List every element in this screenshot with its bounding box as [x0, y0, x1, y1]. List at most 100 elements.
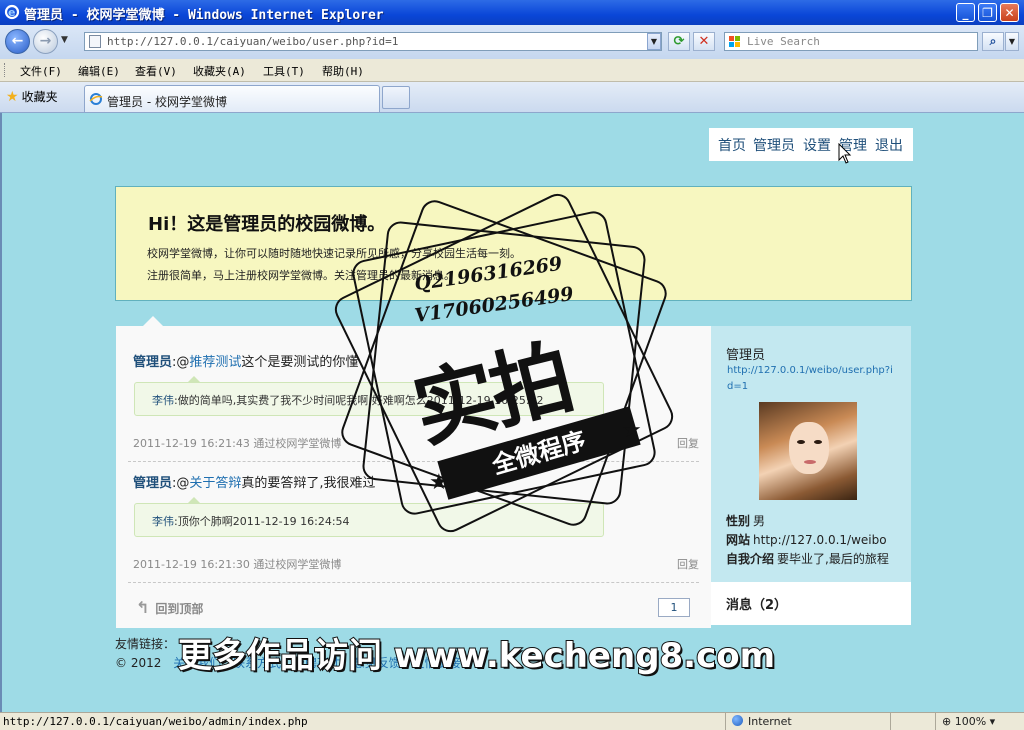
reply-box: 李伟:做的简单吗,其实费了我不少时间呢我啊,好难啊怎么2011-12-19 16…: [134, 376, 604, 416]
tab-bar: ★ 收藏夹 管理员 - 校网学堂微博: [0, 82, 1024, 113]
post-author[interactable]: 管理员: [133, 476, 172, 491]
reply-author[interactable]: 李伟: [152, 515, 174, 528]
chevron-down-icon: ▼: [1008, 37, 1016, 46]
new-tab-button[interactable]: [382, 86, 410, 109]
windows-flag-icon: [729, 36, 740, 47]
banner-register-note: 注册很简单，马上注册校网学堂微博。关注管理员的最新消息。: [147, 269, 455, 282]
post-divider: [128, 582, 699, 583]
window-title: 管理员 - 校网学堂微博 - Windows Internet Explorer: [24, 8, 384, 23]
website-value: http://127.0.0.1/weibo: [753, 533, 887, 547]
messages-panel[interactable]: 消息（2）: [711, 582, 911, 625]
feed-pointer: [143, 316, 163, 326]
ie-logo-icon: e: [4, 4, 20, 20]
close-button[interactable]: ✕: [1000, 3, 1019, 22]
ie-page-icon: [89, 93, 103, 105]
friend-links: 友情链接：: [115, 637, 176, 651]
bio-value: 要毕业了,最后的旅程: [777, 552, 889, 566]
profile-gender: 性别男: [726, 512, 765, 529]
post-topic-link[interactable]: 推荐测试: [189, 355, 241, 370]
zoom-level: 100%: [954, 715, 987, 728]
avatar: [759, 402, 857, 500]
bio-label: 自我介绍: [726, 552, 775, 566]
tab-active[interactable]: 管理员 - 校网学堂微博: [84, 85, 380, 112]
address-field[interactable]: http://127.0.0.1/caiyuan/weibo/user.php?…: [84, 32, 662, 51]
post-topic-link[interactable]: 关于答辩: [189, 476, 241, 491]
stop-icon: ✕: [698, 34, 710, 49]
back-arrow-icon: ←: [11, 33, 24, 49]
menu-tools[interactable]: 工具(T): [263, 63, 305, 79]
refresh-button[interactable]: ⟳: [668, 32, 690, 51]
banner-title: Hi！这是管理员的校园微博。: [148, 214, 386, 235]
recent-pages-dropdown[interactable]: ▼: [61, 35, 68, 45]
welcome-banner: Hi！这是管理员的校园微博。 校网学堂微博，让你可以随时随地快速记录所见所感，分…: [115, 186, 912, 301]
reply-box: 李伟:顶你个肺啊2011-12-19 16:24:54: [134, 497, 604, 537]
nav-logout[interactable]: 退出: [875, 135, 903, 155]
maximize-icon: ❐: [982, 6, 993, 20]
maximize-button[interactable]: ❐: [978, 3, 997, 22]
zoom-control[interactable]: ⊕ 100% ▾: [942, 715, 995, 728]
watermark-caption: 更多作品访问 www.kecheng8.com: [177, 635, 776, 677]
chevron-down-icon: ▼: [650, 37, 658, 46]
post-feed: 管理员:@推荐测试这个是要测试的你懂 李伟:做的简单吗,其实费了我不少时间呢我啊…: [116, 326, 711, 628]
menu-file[interactable]: 文件(F): [20, 63, 62, 79]
search-field[interactable]: Live Search: [724, 32, 978, 51]
minimize-button[interactable]: _: [956, 3, 975, 22]
back-to-top-label: 回到顶部: [155, 602, 204, 616]
back-button[interactable]: ←: [5, 29, 30, 54]
menu-bar: 文件(F) 编辑(E) 查看(V) 收藏夹(A) 工具(T) 帮助(H): [0, 59, 1024, 82]
search-options-dropdown[interactable]: ▼: [1005, 32, 1019, 51]
profile-url-link[interactable]: http://127.0.0.1/weibo/user.php?id=1: [727, 363, 897, 395]
messages-label: 消息（2）: [726, 598, 788, 613]
nav-admin-profile[interactable]: 管理员: [753, 135, 795, 155]
address-dropdown-button[interactable]: ▼: [647, 33, 661, 50]
post-meta: 2011-12-19 16:21:43 通过校网学堂微博: [133, 437, 342, 450]
chevron-down-icon: ▾: [986, 715, 996, 728]
post-text: 这个是要测试的你懂: [241, 355, 359, 370]
minimize-icon: _: [962, 6, 969, 20]
star-icon: ★: [6, 89, 19, 105]
nav-home[interactable]: 首页: [718, 135, 746, 155]
globe-icon: [732, 715, 743, 726]
stop-button[interactable]: ✕: [693, 32, 715, 51]
forward-button[interactable]: →: [33, 29, 58, 54]
security-zone: Internet: [732, 715, 792, 728]
svg-text:e: e: [8, 6, 15, 19]
forward-arrow-icon: →: [39, 33, 52, 49]
reply-author[interactable]: 李伟: [152, 394, 174, 407]
menu-favorites[interactable]: 收藏夹(A): [193, 63, 246, 79]
menu-help[interactable]: 帮助(H): [322, 63, 364, 79]
website-label: 网站: [726, 533, 751, 547]
reply-link[interactable]: 回复: [677, 435, 699, 451]
address-input[interactable]: http://127.0.0.1/caiyuan/weibo/user.php?…: [107, 35, 398, 48]
page-icon: [89, 35, 101, 48]
menu-edit[interactable]: 编辑(E): [78, 63, 120, 79]
favorites-button[interactable]: ★ 收藏夹: [6, 88, 58, 105]
reply-content: 李伟:顶你个肺啊2011-12-19 16:24:54: [152, 513, 350, 529]
search-input[interactable]: Live Search: [747, 35, 820, 48]
post-author[interactable]: 管理员: [133, 355, 172, 370]
profile-sidebar: 管理员 http://127.0.0.1/weibo/user.php?id=1…: [711, 326, 911, 582]
reply-pointer: [187, 376, 201, 383]
favorites-label: 收藏夹: [21, 90, 58, 104]
profile-bio: 自我介绍 要毕业了,最后的旅程: [726, 550, 889, 567]
post-divider: [128, 461, 699, 462]
gender-label: 性别: [726, 514, 751, 528]
mention-prefix: :@: [172, 355, 190, 370]
banner-description: 校网学堂微博，让你可以随时随地快速记录所见所感，分享校园生活每一刻。: [147, 247, 521, 260]
search-icon: ⌕: [989, 34, 997, 48]
reply-text: :做的简单吗,其实费了我不少时间呢我啊,好难啊怎么2011-12-19 16:2…: [174, 394, 544, 407]
pagination-page[interactable]: 1: [658, 598, 690, 617]
profile-website: 网站 http://127.0.0.1/weibo: [726, 531, 887, 548]
site-top-nav: 首页 管理员 设置 管理 退出: [709, 128, 913, 161]
reply-text: :顶你个肺啊2011-12-19 16:24:54: [174, 515, 350, 528]
nav-settings[interactable]: 设置: [803, 135, 831, 155]
post-item: 管理员:@推荐测试这个是要测试的你懂: [133, 351, 358, 370]
status-text: http://127.0.0.1/caiyuan/weibo/admin/ind…: [3, 715, 308, 728]
close-icon: ✕: [1004, 6, 1015, 20]
search-button[interactable]: ⌕: [982, 32, 1004, 51]
menu-view[interactable]: 查看(V): [135, 63, 177, 79]
magnifier-icon: ⊕: [942, 715, 955, 728]
reply-link[interactable]: 回复: [677, 556, 699, 572]
back-to-top-link[interactable]: ↰ 回到顶部: [136, 598, 203, 617]
refresh-icon: ⟳: [673, 34, 685, 49]
